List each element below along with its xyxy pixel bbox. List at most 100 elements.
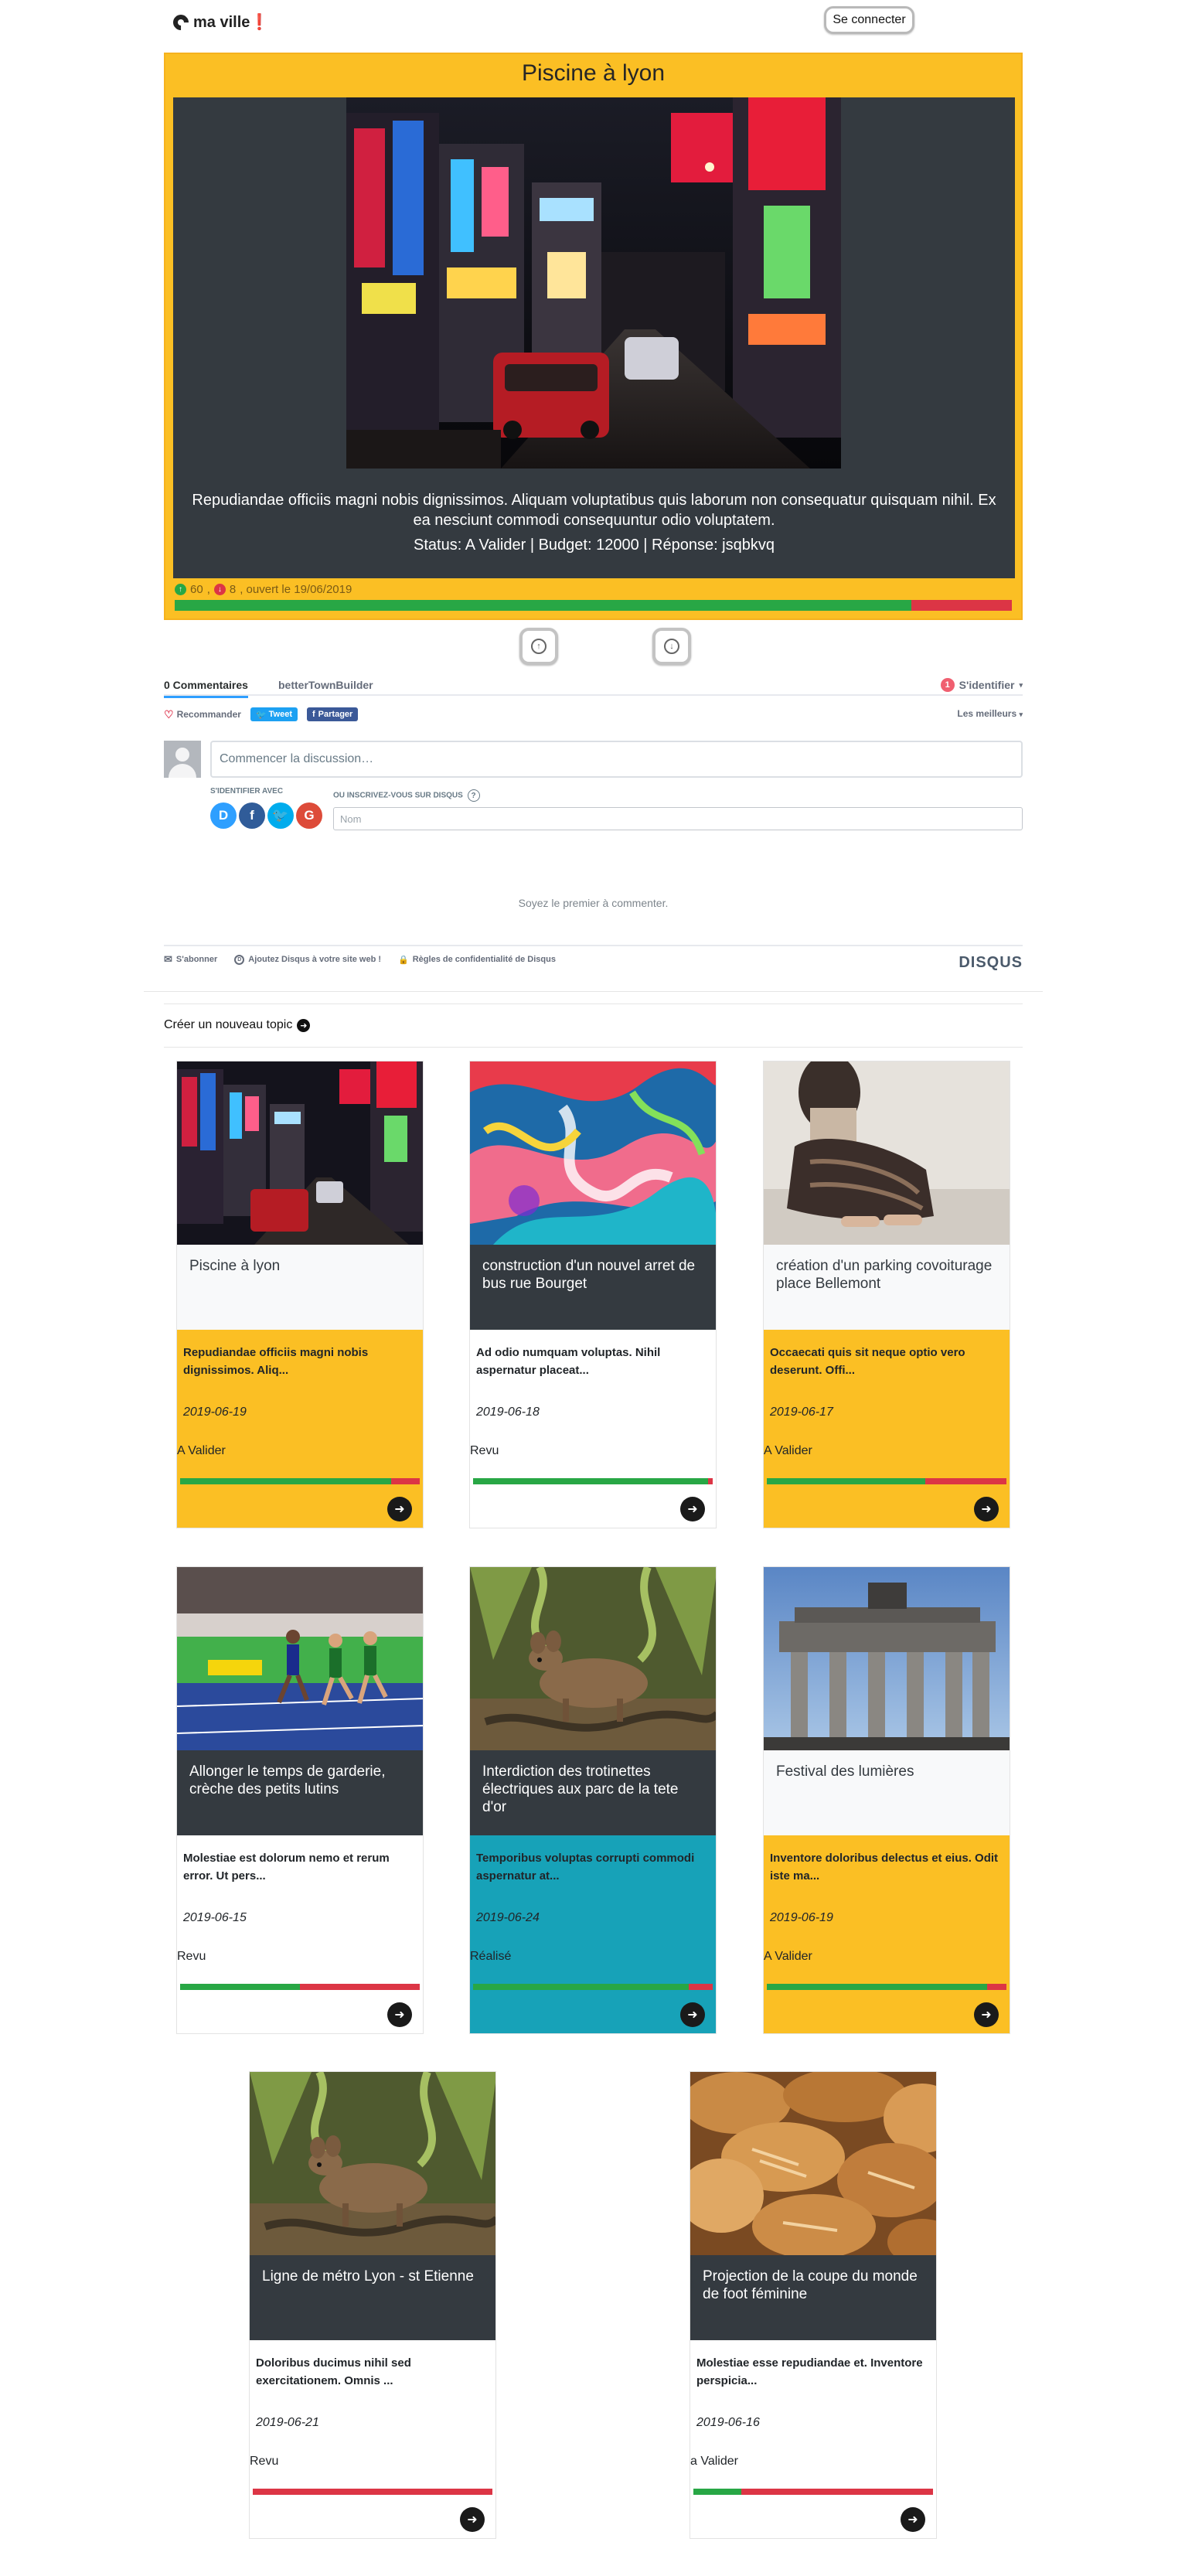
- topic-card[interactable]: création d'un parking covoiturage place …: [763, 1061, 1010, 1528]
- arrow-right-circle-icon[interactable]: ➜: [680, 1497, 705, 1521]
- recommend-button[interactable]: ♡ Recommander: [164, 708, 241, 721]
- arrow-right-circle-icon[interactable]: ➜: [974, 2002, 999, 2027]
- topic-card-summary: Temporibus voluptas corrupti commodi asp…: [476, 1852, 695, 1883]
- topic-card[interactable]: Allonger le temps de garderie, crèche de…: [176, 1566, 424, 2034]
- disqus-logo[interactable]: DISQUS: [959, 954, 1023, 972]
- opened-date: , ouvert le 19/06/2019: [240, 583, 352, 596]
- topic-card-approval-bar: [767, 1984, 1006, 1990]
- topic-card-approval-bar: [473, 1478, 713, 1484]
- tab-comments[interactable]: 0 Commentaires: [164, 679, 248, 698]
- tweet-button[interactable]: 🐦 Tweet: [250, 707, 298, 721]
- topic-card[interactable]: Piscine à lyon Repudiandae officiis magn…: [176, 1061, 424, 1528]
- topic-card-header: Ligne de métro Lyon - st Etienne: [250, 2255, 495, 2340]
- topic-card-date: 2019-06-18: [476, 1406, 540, 1419]
- approval-bar-up: [180, 1478, 391, 1484]
- signup-label[interactable]: OU INSCRIVEZ-VOUS SUR DISQUS ?: [333, 789, 480, 802]
- sort-menu[interactable]: Les meilleurs ▾: [957, 708, 1023, 719]
- subscribe-label: S'abonner: [175, 955, 218, 964]
- topic-card-body: Occaecati quis sit neque optio vero dese…: [764, 1330, 1010, 1528]
- topic-card-approval-bar: [473, 1984, 713, 1990]
- topic-card-title: Interdiction des trotinettes électriques…: [482, 1763, 679, 1815]
- featured-topic-description: Repudiandae officiis magni nobis digniss…: [192, 492, 996, 529]
- brand-name: ma ville❗: [193, 14, 270, 31]
- topic-card-summary: Molestiae est dolorum nemo et rerum erro…: [183, 1852, 390, 1883]
- tab-community[interactable]: betterTownBuilder: [278, 679, 373, 691]
- approval-bar-up: [693, 2489, 741, 2495]
- topic-card-header: construction d'un nouvel arret de bus ru…: [470, 1245, 716, 1330]
- privacy-link[interactable]: 🔒 Règles de confidentialité de Disqus: [398, 955, 556, 965]
- topic-card-approval-bar: [693, 2489, 933, 2495]
- login-with-label: S'IDENTIFIER AVEC: [210, 787, 284, 796]
- topic-card-title: Ligne de métro Lyon - st Etienne: [262, 2268, 474, 2285]
- social-login-buttons: D f 🐦 G: [210, 802, 322, 829]
- topic-card-image: [470, 1567, 716, 1750]
- facebook-share-button[interactable]: f Partager: [307, 707, 359, 721]
- disqus-login-menu[interactable]: 1 S'identifier ▾: [940, 678, 1023, 692]
- arrow-right-circle-icon[interactable]: ➜: [974, 1497, 999, 1521]
- topic-card-summary: Inventore doloribus delectus et eius. Od…: [770, 1852, 999, 1883]
- topic-card[interactable]: construction d'un nouvel arret de bus ru…: [469, 1061, 717, 1528]
- disqus-login-icon[interactable]: D: [210, 802, 237, 829]
- approval-bar-down: [390, 1478, 420, 1484]
- topic-card-body: Molestiae esse repudiandae et. Inventore…: [690, 2340, 936, 2538]
- approval-bar-down: [300, 1984, 420, 1990]
- topic-card-title: Festival des lumières: [776, 1763, 914, 1780]
- topic-card[interactable]: Interdiction des trotinettes électriques…: [469, 1566, 717, 2034]
- arrow-right-circle-icon[interactable]: ➜: [680, 2002, 705, 2027]
- approval-bar-up: [473, 1478, 708, 1484]
- disqus-login-label: S'identifier: [959, 679, 1015, 691]
- topic-card-title: construction d'un nouvel arret de bus ru…: [482, 1258, 696, 1292]
- approval-bar-down: [741, 2489, 933, 2495]
- add-disqus-link[interactable]: D Ajoutez Disqus à votre site web !: [234, 954, 381, 965]
- chevron-down-icon: ▾: [1019, 680, 1023, 689]
- twitter-icon: 🐦: [255, 710, 267, 720]
- approval-bar-down: [925, 1478, 1006, 1484]
- envelope-icon: ✉: [164, 953, 172, 965]
- name-field[interactable]: [333, 807, 1023, 830]
- upvote-button[interactable]: ↑: [519, 628, 558, 665]
- approval-bar-down: [707, 1478, 713, 1484]
- topic-card-body: Molestiae est dolorum nemo et rerum erro…: [177, 1835, 423, 2033]
- topic-card-title: Piscine à lyon: [189, 1258, 281, 1274]
- facebook-icon: f: [312, 710, 315, 719]
- brand-logo[interactable]: ma ville❗: [169, 11, 270, 33]
- notification-badge: 1: [940, 678, 955, 692]
- topic-card-date: 2019-06-17: [770, 1406, 833, 1419]
- approval-bar-up: [767, 1984, 988, 1990]
- subscribe-link[interactable]: ✉ S'abonner: [164, 953, 217, 966]
- topic-card-image: [690, 2072, 936, 2255]
- google-login-icon[interactable]: G: [296, 802, 322, 829]
- login-button[interactable]: Se connecter: [824, 6, 914, 34]
- topic-card-header: Festival des lumières: [764, 1750, 1010, 1835]
- arrow-right-circle-icon[interactable]: ➜: [387, 1497, 412, 1521]
- topic-card-approval-bar: [180, 1478, 420, 1484]
- facebook-login-icon[interactable]: f: [239, 802, 265, 829]
- featured-topic-card: Piscine à lyon Repudiandae officiis magn…: [164, 53, 1023, 620]
- topic-card-image: [177, 1567, 423, 1750]
- downvote-button[interactable]: ↓: [652, 628, 691, 665]
- brand-icon: [169, 11, 192, 33]
- chevron-down-icon: ▾: [1019, 710, 1023, 718]
- approval-bar-up: [473, 1984, 689, 1990]
- topic-card-summary: Doloribus ducimus nihil sed exercitation…: [256, 2356, 411, 2387]
- approval-bar-down: [253, 2489, 492, 2495]
- topic-card-approval-bar: [180, 1984, 420, 1990]
- featured-topic-image: [346, 97, 841, 469]
- arrow-right-circle-icon[interactable]: ➜: [387, 2002, 412, 2027]
- arrow-right-circle-icon[interactable]: ➜: [460, 2507, 485, 2532]
- topic-card[interactable]: Projection de la coupe du monde de foot …: [690, 2071, 937, 2539]
- topic-card[interactable]: Ligne de métro Lyon - st Etienne Dolorib…: [249, 2071, 496, 2539]
- comment-input[interactable]: [210, 741, 1023, 778]
- topic-card-body: Temporibus voluptas corrupti commodi asp…: [470, 1835, 716, 2033]
- topic-card-header: Projection de la coupe du monde de foot …: [690, 2255, 936, 2340]
- recommend-label: Recommander: [176, 709, 241, 720]
- disqus-icon: D: [234, 954, 245, 965]
- help-icon: ?: [467, 789, 480, 802]
- twitter-login-icon[interactable]: 🐦: [267, 802, 294, 829]
- topic-card-date: 2019-06-19: [183, 1406, 247, 1419]
- new-topic-link[interactable]: Créer un nouveau topic ➜: [164, 1018, 311, 1032]
- arrow-right-circle-icon[interactable]: ➜: [901, 2507, 925, 2532]
- privacy-label: Règles de confidentialité de Disqus: [412, 955, 556, 964]
- topic-card-header: création d'un parking covoiturage place …: [764, 1245, 1010, 1330]
- topic-card[interactable]: Festival des lumières Inventore doloribu…: [763, 1566, 1010, 2034]
